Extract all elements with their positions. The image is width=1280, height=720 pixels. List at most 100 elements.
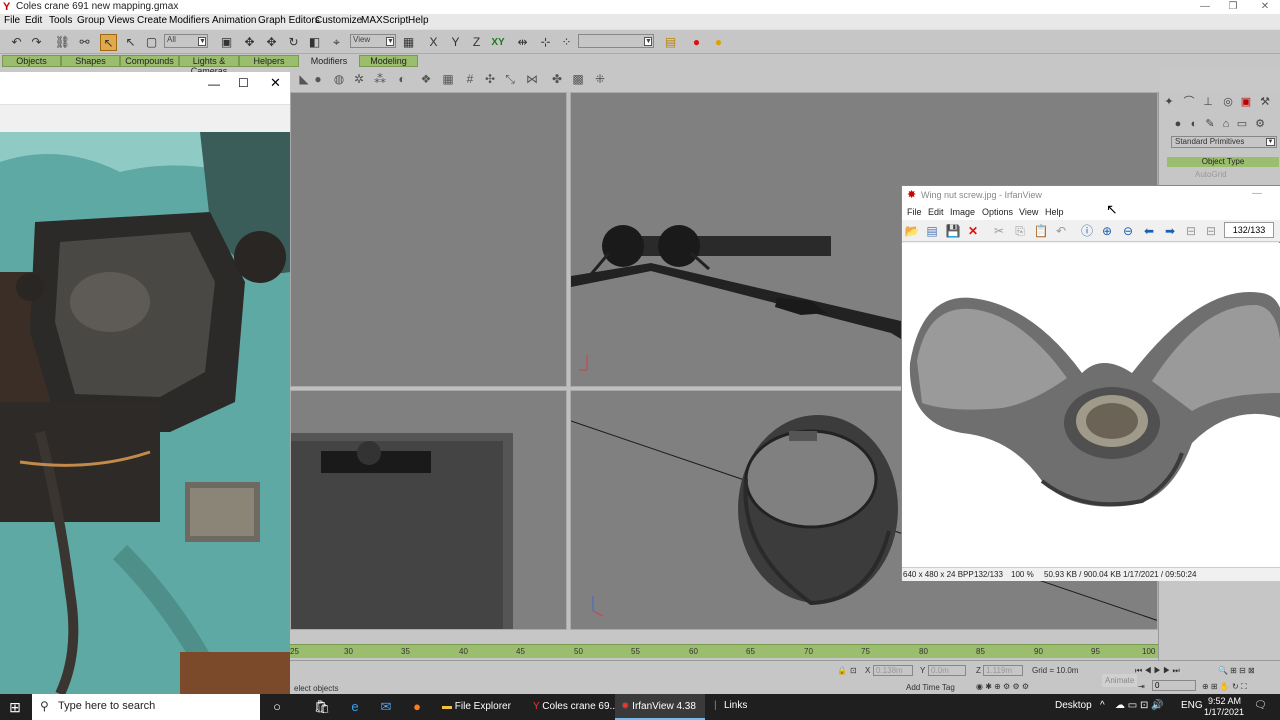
tab-objects[interactable]: Objects	[2, 55, 61, 67]
motion-panel-icon[interactable]: ◎	[1221, 95, 1235, 109]
pivot-center-icon[interactable]: ▦	[400, 34, 417, 51]
copy-icon[interactable]: ⎘	[1012, 223, 1028, 239]
utilities-panel-icon[interactable]: ⚒	[1258, 95, 1272, 109]
zoom-out-icon[interactable]: ⊖	[1120, 223, 1136, 239]
bend-icon[interactable]: ⤡	[502, 71, 518, 87]
hierarchy-panel-icon[interactable]: ⊥	[1201, 95, 1215, 109]
uvw-icon[interactable]: ▦	[440, 71, 456, 87]
link-icon[interactable]: ⛓	[54, 34, 71, 51]
tab-shapes[interactable]: Shapes	[61, 55, 120, 67]
menu-graph-editors[interactable]: Graph Editors	[258, 15, 320, 26]
tab-modifiers[interactable]: Modifiers	[299, 55, 359, 67]
systems-icon[interactable]: ⚙	[1253, 117, 1267, 131]
modify-panel-icon[interactable]: ⌒	[1182, 95, 1196, 109]
menu-animation[interactable]: Animation	[212, 15, 256, 26]
delete-icon[interactable]: ✕	[965, 223, 981, 239]
notification-icon[interactable]: 🗨	[1254, 700, 1267, 711]
lattice-icon[interactable]: ✣	[482, 71, 498, 87]
lock-icon[interactable]: 🔒	[837, 666, 847, 675]
menu-group[interactable]: Group	[77, 15, 105, 26]
clock-date[interactable]: 1/17/2021	[1204, 707, 1244, 717]
taskbar-gmax[interactable]: Y Coles crane 69...	[525, 694, 618, 720]
taper-icon[interactable]: ⋈	[524, 71, 540, 87]
close-button[interactable]: ✕	[270, 75, 281, 91]
menu-maxscript[interactable]: MAXScript	[361, 15, 408, 26]
input-language[interactable]: ENG	[1181, 700, 1203, 711]
spacing-icon[interactable]: ⁘	[558, 34, 575, 51]
task-view-icon[interactable]: ○	[268, 698, 286, 716]
window-crossing-icon[interactable]: ▣	[218, 34, 235, 51]
tab-lights-cameras[interactable]: Lights & Cameras	[179, 55, 239, 76]
playback-controls[interactable]: ⏮ ◀ ▶ ▶ ⏭	[1135, 666, 1180, 676]
menu-create[interactable]: Create	[137, 15, 167, 26]
axis-x-icon[interactable]: X	[425, 34, 442, 51]
taskbar-search-box[interactable]: ⚲ Type here to search	[32, 694, 260, 720]
abs-mode-icon[interactable]: ⊡	[850, 666, 857, 675]
redo-icon[interactable]: ↷	[28, 34, 45, 51]
undo-icon[interactable]: ↶	[1053, 223, 1069, 239]
last-page-icon[interactable]: ⊟	[1203, 223, 1219, 239]
menu-tools[interactable]: Tools	[49, 15, 72, 26]
maximize-button[interactable]: ☐	[238, 76, 249, 90]
render-icon[interactable]: ●	[710, 34, 727, 51]
menu-edit[interactable]: Edit	[928, 207, 944, 217]
object-type-rollout[interactable]: Object Type	[1167, 157, 1279, 167]
previous-icon[interactable]: ⬅	[1141, 223, 1157, 239]
minimize-button[interactable]: —	[1252, 188, 1262, 199]
twist-icon[interactable]: ✲	[351, 71, 367, 87]
key-mode-icon[interactable]: ⇥	[1138, 682, 1145, 691]
material-editor-icon[interactable]: ●	[688, 34, 705, 51]
minimize-button[interactable]: —	[208, 77, 220, 91]
turbosmooth-icon[interactable]: ✤	[549, 71, 565, 87]
tray-icons[interactable]: ☁ ▭ ⊡ 🔊	[1115, 700, 1164, 711]
menu-customize[interactable]: Customize	[315, 15, 362, 26]
menu-file[interactable]: File	[4, 15, 20, 26]
desktop-toolbar[interactable]: Desktop	[1055, 700, 1092, 711]
current-frame-field[interactable]: 0	[1152, 680, 1196, 691]
windows-start-icon[interactable]: ⊞	[0, 694, 30, 720]
select-manipulate-icon[interactable]: ⌖	[328, 34, 345, 51]
snap-icons[interactable]: ◉ ✱ ⊕ ⚙ ⚙ ⚙	[976, 682, 1029, 691]
minimize-button[interactable]: —	[1190, 0, 1220, 14]
geometry-icon[interactable]: ●	[1171, 117, 1185, 131]
display-panel-icon[interactable]: ▣	[1239, 95, 1253, 109]
move-alt-icon[interactable]: ✥	[263, 34, 280, 51]
x-coord-field[interactable]: 0.138m	[873, 665, 913, 676]
links-toolbar[interactable]: Links	[724, 700, 747, 711]
undo-icon[interactable]: ↶	[8, 34, 25, 51]
lights-icon[interactable]: ✎	[1203, 117, 1217, 131]
tab-helpers[interactable]: Helpers	[239, 55, 299, 67]
shell-icon[interactable]: ◐	[394, 71, 410, 87]
info-icon[interactable]: ⓘ	[1079, 223, 1095, 239]
menu-modifiers[interactable]: Modifiers	[169, 15, 210, 26]
pattern-icon[interactable]: ⁜	[592, 71, 608, 87]
restore-button[interactable]: ❐	[1218, 0, 1248, 14]
rect-selection-icon[interactable]: ▢	[143, 34, 160, 51]
animate-button[interactable]: Animate	[1102, 674, 1138, 687]
firefox-icon[interactable]: ●	[408, 698, 426, 716]
tab-compounds[interactable]: Compounds	[120, 55, 179, 67]
viewport-top[interactable]	[290, 92, 567, 387]
grid-icon[interactable]: #	[462, 71, 478, 87]
track-bar[interactable]: 25 30 35 40 45 50 55 60 65 70 75 80 85 9…	[290, 644, 1158, 658]
scale-icon[interactable]: ◧	[306, 34, 323, 51]
axis-z-icon[interactable]: Z	[468, 34, 485, 51]
rotate-icon[interactable]: ↻	[285, 34, 302, 51]
open-folder-icon[interactable]: 📂	[904, 223, 920, 239]
axis-y-icon[interactable]: Y	[447, 34, 464, 51]
viewport-left[interactable]	[290, 390, 567, 630]
helpers-icon[interactable]: ▭	[1235, 117, 1249, 131]
track-view-icon[interactable]: ▤	[662, 34, 679, 51]
add-time-tag[interactable]: Add Time Tag	[906, 683, 955, 692]
axis-xy-icon[interactable]: XY	[488, 34, 508, 51]
paste-icon[interactable]: 📋	[1033, 223, 1049, 239]
select-by-name-icon[interactable]: ↖	[122, 34, 139, 51]
taskbar-irfanview[interactable]: ✸ IrfanView 4.38	[615, 694, 705, 720]
menu-view[interactable]: View	[1019, 207, 1038, 217]
viewport-nav-icons[interactable]: 🔍 ⊞ ⊟ ⊠	[1218, 666, 1255, 675]
next-icon[interactable]: ➡	[1162, 223, 1178, 239]
move-icon[interactable]: ✥	[241, 34, 258, 51]
menu-file[interactable]: File	[907, 207, 922, 217]
menu-edit[interactable]: Edit	[25, 15, 42, 26]
first-page-icon[interactable]: ⊟	[1183, 223, 1199, 239]
